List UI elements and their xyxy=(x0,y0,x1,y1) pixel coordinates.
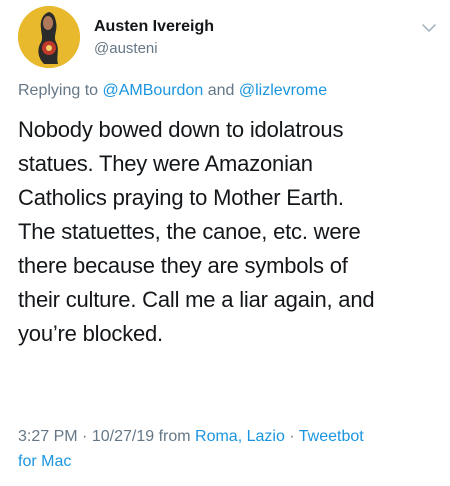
tweet-metadata: 3:27 PM · 10/27/19 from Roma, Lazio · Tw… xyxy=(18,424,438,474)
avatar[interactable] xyxy=(18,6,80,68)
avatar-painting-icon xyxy=(18,6,80,68)
meta-separator: · xyxy=(289,428,295,445)
mention-ambourdon[interactable]: @AMBourdon xyxy=(103,82,204,99)
tweet-line: their culture. Call me a liar again, and xyxy=(18,287,375,312)
tweet-line: you’re blocked. xyxy=(18,321,163,346)
tweet-line: Nobody bowed down to idolatrous xyxy=(18,117,344,142)
author-name[interactable]: Austen Ivereigh xyxy=(94,18,214,36)
chevron-down-icon[interactable] xyxy=(420,22,438,34)
tweet-time[interactable]: 3:27 PM xyxy=(18,428,78,445)
replying-prefix: Replying to xyxy=(18,82,99,99)
tweet-text: Nobody bowed down to idolatrous statues.… xyxy=(18,113,438,351)
mention-lizlevrome[interactable]: @lizlevrome xyxy=(239,82,327,99)
location-link[interactable]: Roma, Lazio xyxy=(195,428,285,445)
author-handle[interactable]: @austeni xyxy=(94,40,158,57)
tweet-line: statues. They were Amazonian xyxy=(18,151,313,176)
tweet-card: Austen Ivereigh @austeni Replying to @AM… xyxy=(0,0,450,486)
tweet-line: The statuettes, the canoe, etc. were xyxy=(18,219,361,244)
replying-conj: and xyxy=(207,82,235,99)
tweet-line: Catholics praying to Mother Earth. xyxy=(18,185,344,210)
meta-separator: · xyxy=(82,428,88,445)
client-link-cont[interactable]: for Mac xyxy=(18,453,71,470)
tweet-line: there because they are symbols of xyxy=(18,253,348,278)
client-link[interactable]: Tweetbot xyxy=(299,428,364,445)
from-label: from xyxy=(158,428,191,445)
tweet-date[interactable]: 10/27/19 xyxy=(92,428,154,445)
replying-to: Replying to @AMBourdon and @lizlevrome xyxy=(18,82,327,100)
